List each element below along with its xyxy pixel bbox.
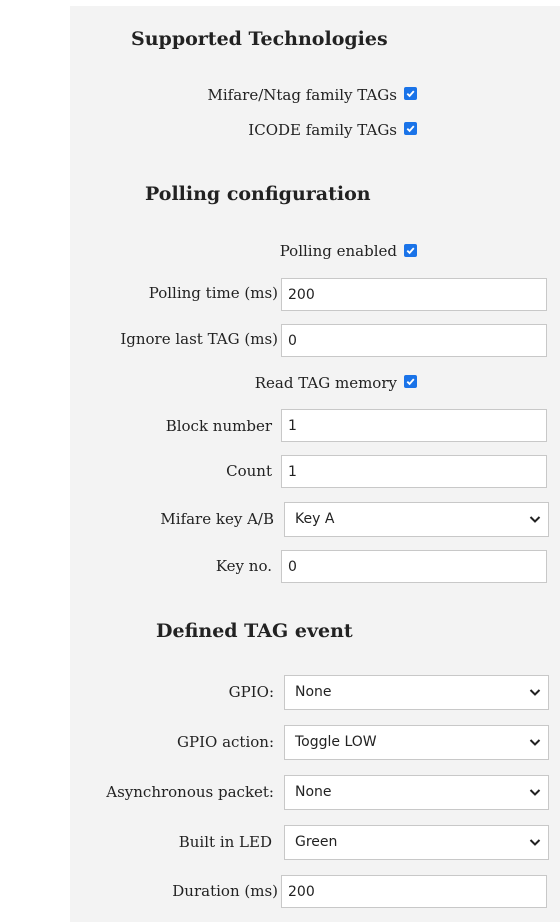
block-number-input[interactable] (281, 409, 547, 442)
async-packet-label: Asynchronous packet: (106, 783, 274, 801)
ignore-last-tag-input[interactable] (281, 324, 547, 357)
icode-label: ICODE family TAGs (248, 121, 397, 139)
gpio-select[interactable]: None (284, 675, 549, 710)
mifare-key-ab-label: Mifare key A/B (160, 510, 274, 528)
gpio-value: None (295, 684, 332, 700)
read-memory-checkbox[interactable] (404, 375, 417, 388)
mifare-label: Mifare/Ntag family TAGs (207, 86, 397, 104)
check-icon (406, 378, 415, 386)
key-no-label: Key no. (215, 557, 272, 575)
gpio-action-select[interactable]: Toggle LOW (284, 725, 549, 760)
polling-time-label: Polling time (ms) (148, 284, 278, 302)
chevron-down-icon (529, 789, 541, 796)
section-title-supported: Supported Technologies (131, 28, 388, 50)
read-memory-label: Read TAG memory (254, 374, 397, 392)
check-icon (406, 90, 415, 98)
mifare-checkbox[interactable] (404, 87, 417, 100)
chevron-down-icon (529, 689, 541, 696)
section-title-event: Defined TAG event (156, 620, 353, 642)
key-no-input[interactable] (281, 550, 547, 583)
async-packet-value: None (295, 784, 332, 800)
polling-enabled-label: Polling enabled (279, 242, 397, 260)
gpio-label: GPIO: (228, 683, 274, 701)
duration-label: Duration (ms) (172, 882, 278, 900)
built-in-led-label: Built in LED (178, 833, 272, 851)
built-in-led-select[interactable]: Green (284, 825, 549, 860)
ignore-last-tag-label: Ignore last TAG (ms) (120, 330, 278, 348)
polling-time-input[interactable] (281, 278, 547, 311)
section-title-polling: Polling configuration (145, 183, 371, 205)
built-in-led-value: Green (295, 834, 338, 850)
gpio-action-value: Toggle LOW (295, 734, 377, 750)
duration-input[interactable] (281, 875, 547, 908)
mifare-key-ab-select[interactable]: Key A (284, 502, 549, 537)
mifare-key-ab-value: Key A (295, 511, 335, 527)
check-icon (406, 125, 415, 133)
count-input[interactable] (281, 455, 547, 488)
async-packet-select[interactable]: None (284, 775, 549, 810)
chevron-down-icon (529, 739, 541, 746)
icode-checkbox[interactable] (404, 122, 417, 135)
chevron-down-icon (529, 839, 541, 846)
count-label: Count (226, 462, 272, 480)
check-icon (406, 247, 415, 255)
block-number-label: Block number (165, 417, 272, 435)
polling-enabled-checkbox[interactable] (404, 244, 417, 257)
chevron-down-icon (529, 516, 541, 523)
gpio-action-label: GPIO action: (177, 733, 274, 751)
